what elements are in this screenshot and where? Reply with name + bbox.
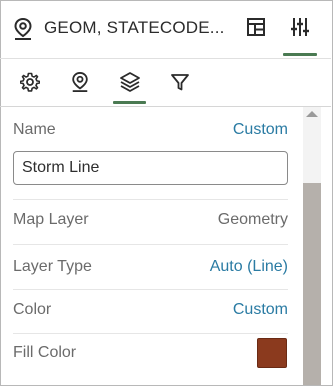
layer-type-label: Layer Type: [13, 258, 92, 275]
fill-color-label: Fill Color: [13, 344, 77, 361]
map-layer-value[interactable]: Geometry: [218, 211, 288, 229]
properties-tab-indicator: [283, 53, 317, 56]
filter-icon: [170, 72, 190, 97]
color-custom-link[interactable]: Custom: [233, 301, 288, 319]
map-pin-icon: [70, 71, 90, 98]
tab-general[interactable]: [14, 70, 46, 98]
row-divider: [13, 199, 288, 200]
map-layer-label: Map Layer: [13, 211, 89, 228]
layout-panel-icon: [246, 17, 266, 42]
sliders-icon: [290, 16, 310, 43]
name-label: Name: [13, 121, 56, 138]
color-label: Color: [13, 301, 52, 318]
scrollbar-thumb[interactable]: [303, 183, 321, 385]
header-divider: [0, 58, 331, 59]
scroll-up-arrow-icon[interactable]: [306, 111, 318, 117]
layer-type-value[interactable]: Auto (Line): [210, 258, 288, 276]
row-divider: [13, 333, 288, 334]
name-input[interactable]: [13, 151, 288, 185]
layout-panel-button[interactable]: [241, 14, 271, 44]
map-pin-icon: [12, 17, 34, 41]
row-divider: [13, 244, 288, 245]
row-divider: [13, 289, 288, 290]
panel-title: GEOM, STATECODE...: [44, 18, 224, 37]
layers-icon: [119, 71, 141, 98]
panel-header: GEOM, STATECODE...: [0, 0, 331, 58]
tab-layers[interactable]: [114, 70, 146, 98]
tab-map[interactable]: [64, 70, 96, 98]
properties-button[interactable]: [285, 14, 315, 44]
layers-tab-indicator: [113, 101, 146, 104]
name-custom-link[interactable]: Custom: [233, 121, 288, 139]
tab-filter[interactable]: [164, 70, 196, 98]
fill-color-swatch[interactable]: [257, 338, 287, 368]
gear-icon: [19, 72, 41, 97]
tabs-divider: [0, 106, 331, 107]
